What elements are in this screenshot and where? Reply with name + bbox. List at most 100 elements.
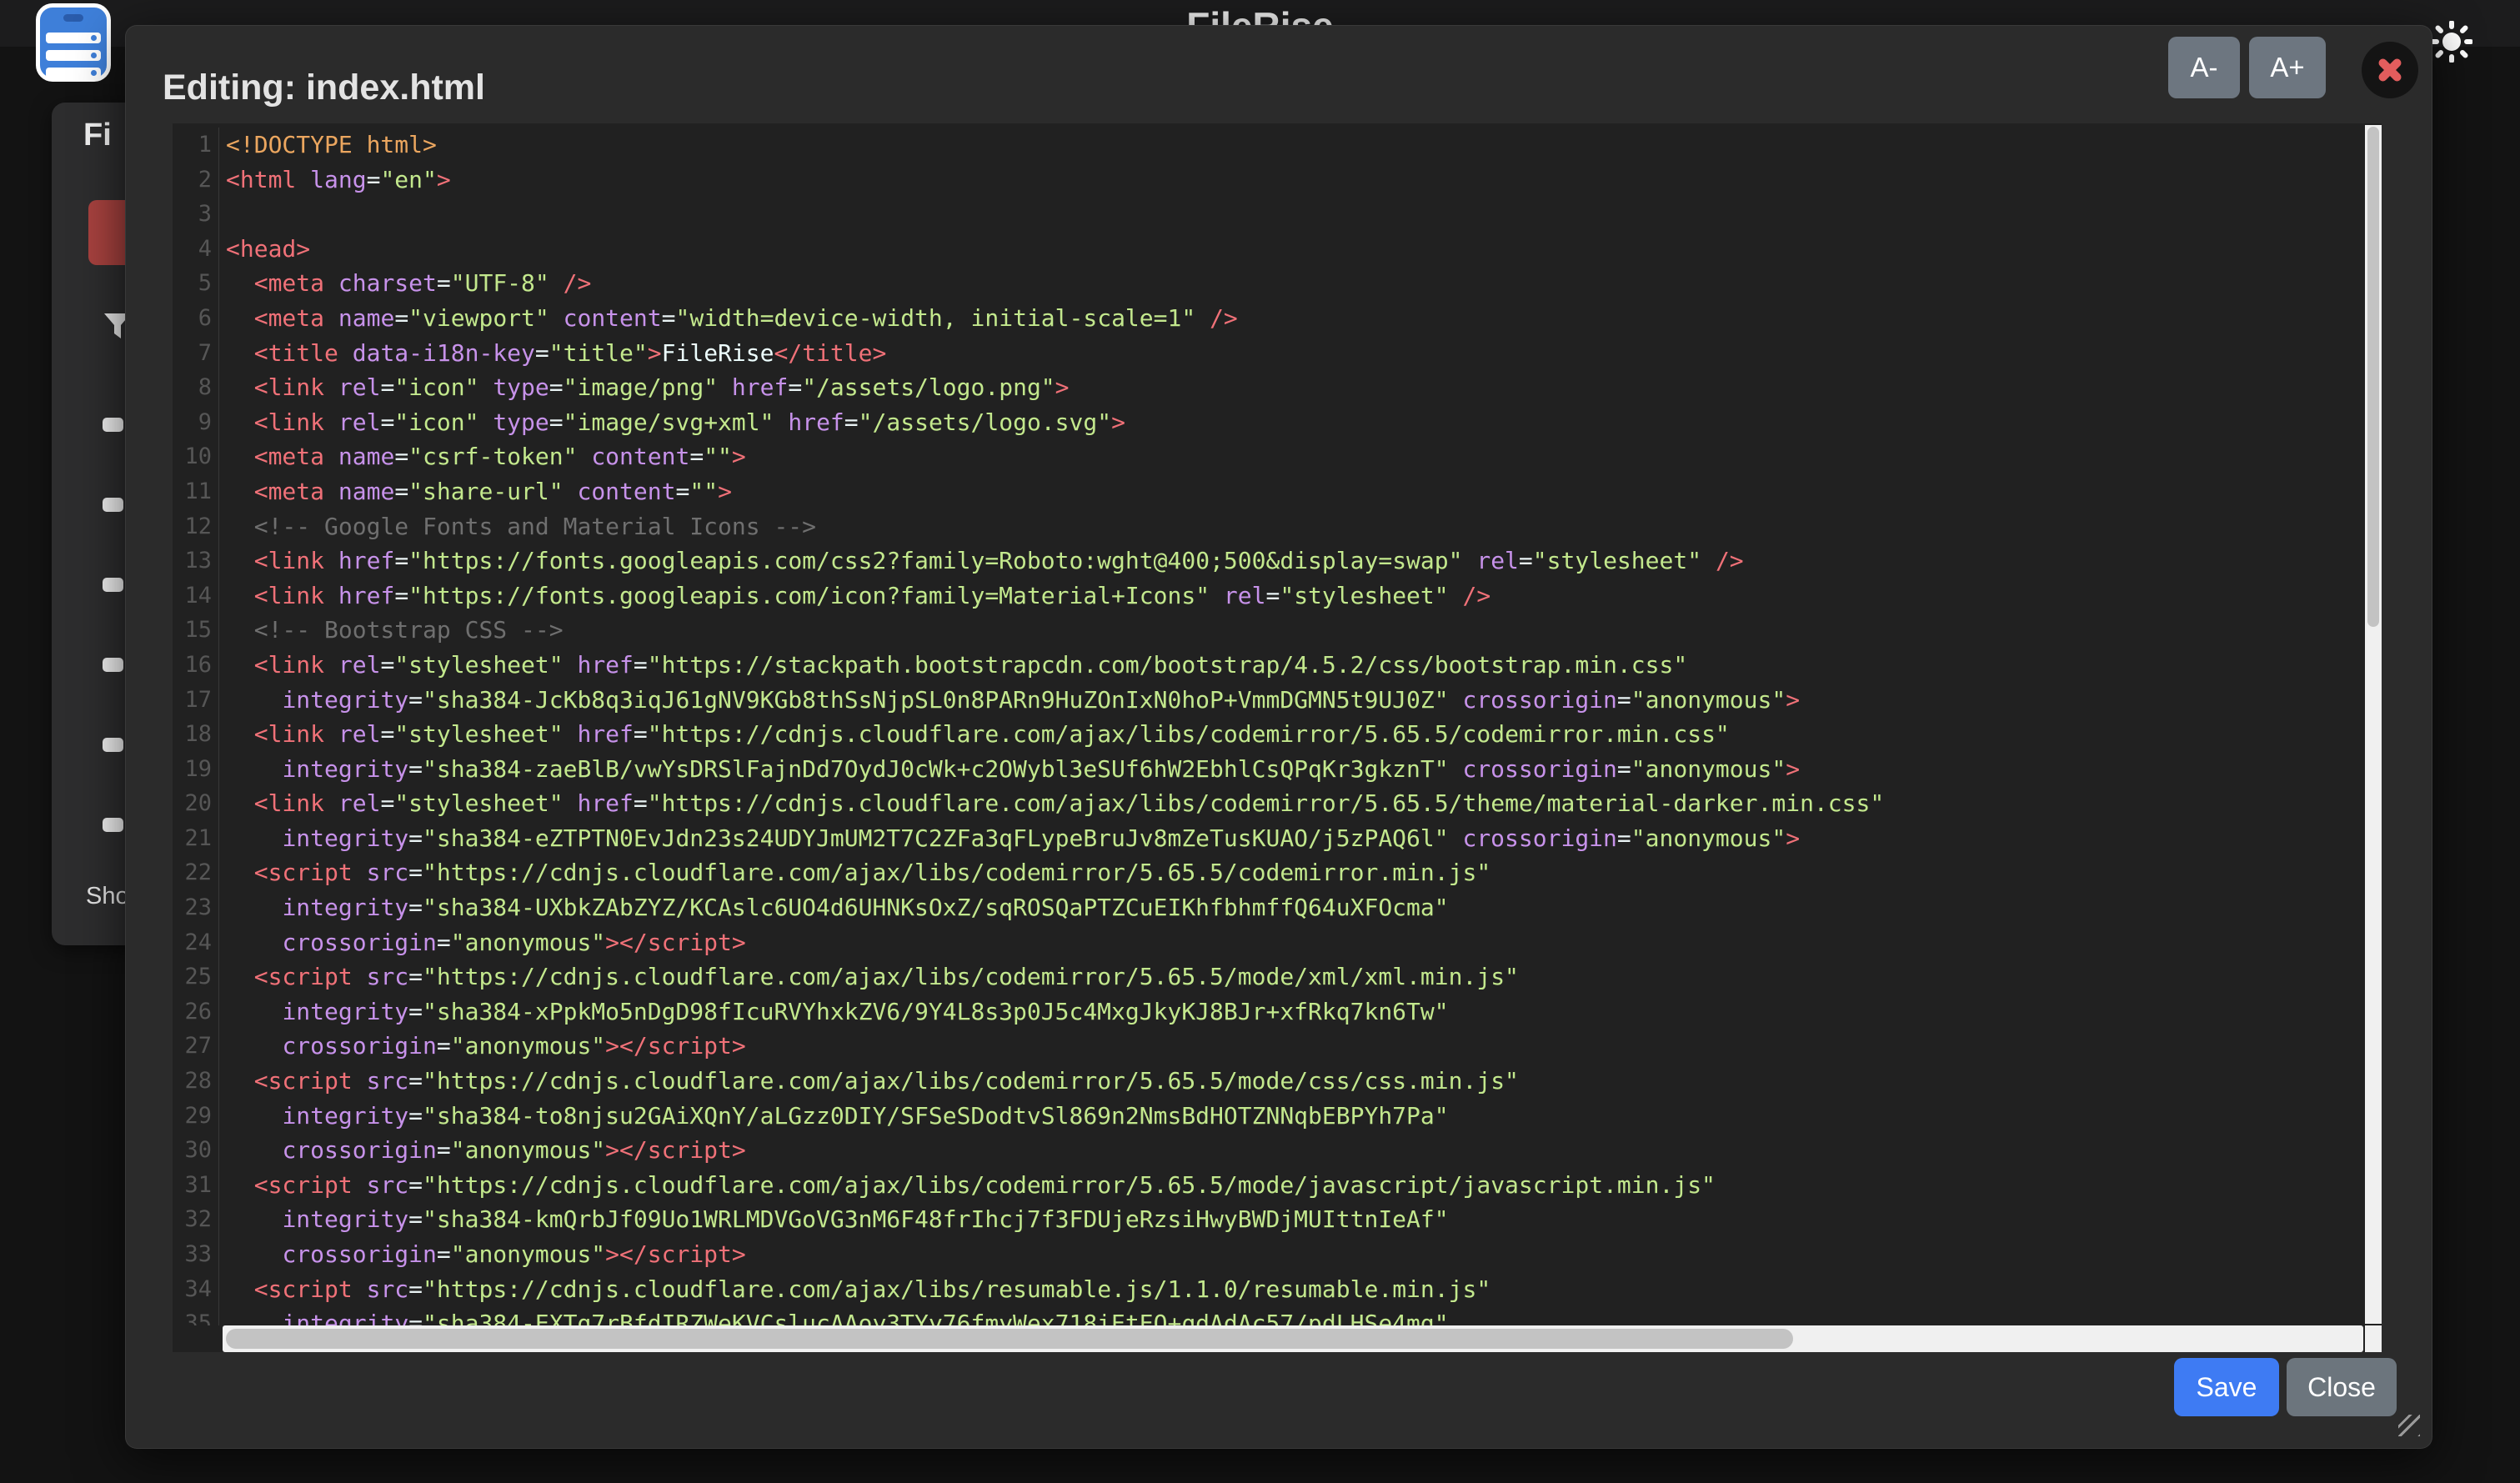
code-line[interactable]: <link rel="icon" type="image/svg+xml" hr… <box>226 405 2362 440</box>
file-row-checkbox[interactable] <box>103 578 123 592</box>
panel-heading: Fi <box>83 118 112 153</box>
line-number: 13 <box>173 544 218 579</box>
code-line[interactable] <box>226 197 2362 232</box>
line-number: 32 <box>173 1202 218 1237</box>
line-number: 31 <box>173 1168 218 1203</box>
file-row-checkbox[interactable] <box>103 418 123 432</box>
modal-close-button[interactable] <box>2362 42 2418 98</box>
line-number: 14 <box>173 579 218 614</box>
line-number: 21 <box>173 821 218 856</box>
scrollbar-corner <box>2365 1325 2382 1352</box>
font-size-increase-button[interactable]: A+ <box>2249 37 2326 98</box>
horizontal-scrollbar[interactable] <box>223 1325 2363 1352</box>
file-checkbox-list <box>103 418 123 832</box>
line-number: 19 <box>173 752 218 787</box>
editor-viewport: 1234567891011121314151617181920212223242… <box>173 123 2382 1325</box>
vertical-scrollbar[interactable] <box>2365 125 2382 1324</box>
code-line[interactable]: integrity="sha384-eZTPTN0EvJdn23s24UDYJm… <box>226 821 2362 856</box>
code-line[interactable]: crossorigin="anonymous"></script> <box>226 1029 2362 1064</box>
line-number: 9 <box>173 405 218 440</box>
line-number: 26 <box>173 995 218 1030</box>
code-line[interactable]: <link rel="stylesheet" href="https://sta… <box>226 648 2362 683</box>
code-line[interactable]: <link rel="stylesheet" href="https://cdn… <box>226 717 2362 752</box>
code-line[interactable]: <html lang="en"> <box>226 163 2362 198</box>
line-number: 35 <box>173 1306 218 1325</box>
line-number: 24 <box>173 925 218 960</box>
save-button[interactable]: Save <box>2174 1358 2279 1416</box>
close-button[interactable]: Close <box>2287 1358 2397 1416</box>
line-number: 8 <box>173 370 218 405</box>
code-line[interactable]: <link rel="stylesheet" href="https://cdn… <box>226 786 2362 821</box>
screen: FileRise Fi D <box>0 0 2520 1483</box>
code-line[interactable]: integrity="sha384-EXTg7rBfdIRZWeKVCslucA… <box>226 1306 2362 1325</box>
line-number: 17 <box>173 683 218 718</box>
line-number: 10 <box>173 439 218 474</box>
editor-code: <!DOCTYPE html><html lang="en"> <head> <m… <box>226 128 2362 1325</box>
line-number: 18 <box>173 717 218 752</box>
line-number: 6 <box>173 301 218 336</box>
line-number: 3 <box>173 197 218 232</box>
line-number: 27 <box>173 1029 218 1064</box>
line-number: 16 <box>173 648 218 683</box>
line-number: 28 <box>173 1064 218 1099</box>
code-line[interactable]: <head> <box>226 232 2362 267</box>
line-number: 25 <box>173 959 218 995</box>
code-line[interactable]: crossorigin="anonymous"></script> <box>226 925 2362 960</box>
code-line[interactable]: <!-- Google Fonts and Material Icons --> <box>226 509 2362 544</box>
code-line[interactable]: <meta name="viewport" content="width=dev… <box>226 301 2362 336</box>
code-line[interactable]: <meta charset="UTF-8" /> <box>226 266 2362 301</box>
code-line[interactable]: crossorigin="anonymous"></script> <box>226 1133 2362 1168</box>
code-line[interactable]: <link href="https://fonts.googleapis.com… <box>226 579 2362 614</box>
line-number: 12 <box>173 509 218 544</box>
line-number: 22 <box>173 855 218 890</box>
main-menu-button[interactable] <box>36 3 111 82</box>
line-number: 33 <box>173 1237 218 1272</box>
line-number: 4 <box>173 232 218 267</box>
code-line[interactable]: <meta name="csrf-token" content=""> <box>226 439 2362 474</box>
code-line[interactable]: crossorigin="anonymous"></script> <box>226 1237 2362 1272</box>
code-line[interactable]: <link href="https://fonts.googleapis.com… <box>226 544 2362 579</box>
dark-mode-toggle[interactable] <box>2431 21 2472 63</box>
line-number: 7 <box>173 336 218 371</box>
file-row-checkbox[interactable] <box>103 498 123 512</box>
code-line[interactable]: integrity="sha384-kmQrbJf09Uo1WRLMDVGoVG… <box>226 1202 2362 1237</box>
code-line[interactable]: <script src="https://cdnjs.cloudflare.co… <box>226 855 2362 890</box>
editor-gutter: 1234567891011121314151617181920212223242… <box>173 128 219 1325</box>
code-line[interactable]: <title data-i18n-key="title">FileRise</t… <box>226 336 2362 371</box>
code-line[interactable]: <link rel="icon" type="image/png" href="… <box>226 370 2362 405</box>
code-line[interactable]: <script src="https://cdnjs.cloudflare.co… <box>226 1064 2362 1099</box>
vertical-scrollbar-thumb[interactable] <box>2367 127 2379 627</box>
line-number: 5 <box>173 266 218 301</box>
code-line[interactable]: <script src="https://cdnjs.cloudflare.co… <box>226 1168 2362 1203</box>
file-row-checkbox[interactable] <box>103 658 123 672</box>
code-line[interactable]: integrity="sha384-UXbkZAbZYZ/KCAslc6UO4d… <box>226 890 2362 925</box>
code-line[interactable]: <meta name="share-url" content=""> <box>226 474 2362 509</box>
line-number: 11 <box>173 474 218 509</box>
code-line[interactable]: integrity="sha384-JcKb8q3iqJ61gNV9KGb8th… <box>226 683 2362 718</box>
line-number: 15 <box>173 613 218 648</box>
code-line[interactable]: <script src="https://cdnjs.cloudflare.co… <box>226 1272 2362 1307</box>
panel-footer-text: Sho <box>86 883 129 910</box>
file-row-checkbox[interactable] <box>103 738 123 752</box>
line-number: 34 <box>173 1272 218 1307</box>
code-line[interactable]: integrity="sha384-xPpkMo5nDgD98fIcuRVYhx… <box>226 995 2362 1030</box>
code-line[interactable]: <!DOCTYPE html> <box>226 128 2362 163</box>
line-number: 29 <box>173 1099 218 1134</box>
code-line[interactable]: integrity="sha384-zaeBlB/vwYsDRSlFajnDd7… <box>226 752 2362 787</box>
sun-icon <box>2431 21 2472 63</box>
code-line[interactable]: integrity="sha384-to8njsu2GAiXQnY/aLGzz0… <box>226 1099 2362 1134</box>
line-number: 20 <box>173 786 218 821</box>
line-number: 1 <box>173 128 218 163</box>
code-line[interactable]: <script src="https://cdnjs.cloudflare.co… <box>226 959 2362 995</box>
resize-handle-icon[interactable] <box>2398 1415 2420 1436</box>
font-size-decrease-button[interactable]: A- <box>2168 37 2240 98</box>
horizontal-scrollbar-thumb[interactable] <box>226 1329 1793 1349</box>
code-editor[interactable]: 1234567891011121314151617181920212223242… <box>173 123 2382 1352</box>
line-number: 2 <box>173 163 218 198</box>
edit-file-modal: Editing: index.html A- A+ 12345678910111… <box>125 25 2432 1449</box>
code-line[interactable]: <!-- Bootstrap CSS --> <box>226 613 2362 648</box>
line-number: 30 <box>173 1133 218 1168</box>
line-number: 23 <box>173 890 218 925</box>
modal-title: Editing: index.html <box>163 68 485 108</box>
file-row-checkbox[interactable] <box>103 818 123 832</box>
